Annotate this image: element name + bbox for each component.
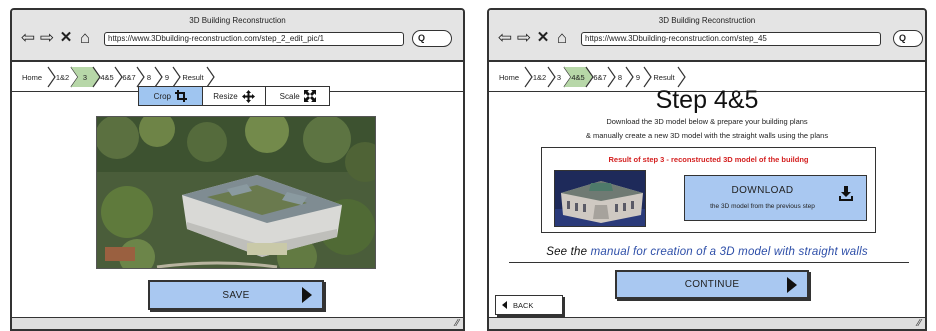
back-arrow-icon[interactable]: ⇦ [497,29,513,47]
breadcrumb-item-9[interactable]: 9 [165,73,169,82]
search-field[interactable]: Q [412,30,452,47]
play-arrow-icon [787,276,797,293]
result-panel: Result of step 3 - reconstructed 3D mode… [541,147,876,233]
resize-grip-icon[interactable]: ⁄⁄ [456,318,459,329]
edit-toolbar: Crop Resize Scale [138,86,330,106]
back-button[interactable]: BACK [495,295,563,315]
back-arrow-icon[interactable]: ⇦ [20,29,36,47]
resize-grip-icon[interactable]: ⁄⁄ [918,318,921,329]
search-field[interactable]: Q [893,30,923,47]
breadcrumb-item-12[interactable]: 1&2 [533,73,546,82]
3d-model-thumbnail[interactable] [554,170,646,227]
forward-arrow-icon[interactable]: ⇨ [516,29,532,47]
breadcrumb-item-3[interactable]: 3 [557,73,561,82]
forward-arrow-icon[interactable]: ⇨ [39,29,55,47]
breadcrumb-item-9[interactable]: 9 [636,73,640,82]
download-button[interactable]: DOWNLOAD the 3D model from the previous … [684,175,867,221]
breadcrumb-separator [547,66,556,88]
breadcrumb-item-home[interactable]: Home [499,73,519,82]
home-icon[interactable]: ⌂ [77,29,93,47]
breadcrumb-item-result[interactable]: Result [182,73,204,82]
url-bar[interactable]: https://www.3Dbuilding-reconstruction.co… [581,32,881,46]
home-icon[interactable]: ⌂ [554,29,570,47]
breadcrumb-separator [154,66,163,88]
nav-icons: ⇦ ⇨ ✕ ⌂ [497,29,570,47]
window-title: 3D Building Reconstruction [189,16,286,25]
breadcrumb-item-8[interactable]: 8 [618,73,622,82]
status-bar: ⁄⁄ [12,317,463,329]
close-icon[interactable]: ✕ [535,29,551,47]
url-bar[interactable]: https://www.3Dbuilding-reconstruction.co… [104,32,404,46]
nav-icons: ⇦ ⇨ ✕ ⌂ [20,29,93,47]
download-label: DOWNLOAD [731,185,794,196]
resize-tool-label: Resize [213,91,238,101]
resize-tool-button[interactable]: Resize [203,87,267,105]
scale-icon [303,90,316,102]
result-title: Result of step 3 - reconstructed 3D mode… [608,155,809,164]
step-45-window: 3D Building Reconstruction ⇦ ⇨ ✕ ⌂ https… [487,8,927,331]
breadcrumb-separator [206,66,215,88]
scale-tool-label: Scale [279,91,300,101]
move-icon [241,89,255,103]
download-icon [839,186,853,201]
title-bar: 3D Building Reconstruction ⇦ ⇨ ✕ ⌂ https… [12,10,463,62]
instruction-line-1: Download the 3D model below & prepare yo… [606,117,808,126]
breadcrumb-item-45[interactable]: 4&5 [571,73,584,82]
breadcrumb-item-45[interactable]: 4&5 [100,73,113,82]
breadcrumb-item-3[interactable]: 3 [83,73,87,82]
breadcrumb-item-67[interactable]: 6&7 [593,73,606,82]
divider [509,262,909,263]
breadcrumb-item-12[interactable]: 1&2 [56,73,69,82]
manual-link[interactable]: manual for creation of a 3D model with s… [591,246,868,258]
breadcrumb-item-home[interactable]: Home [22,73,42,82]
aerial-building-photo[interactable] [96,116,376,269]
aerial-photo-image [97,117,375,268]
crop-tool-label: Crop [153,91,171,101]
save-button-label: SAVE [222,289,250,301]
title-bar: 3D Building Reconstruction ⇦ ⇨ ✕ ⌂ https… [489,10,925,62]
crop-icon [175,90,187,102]
status-bar: ⁄⁄ [489,317,925,329]
manual-hint: See the manual for creation of a 3D mode… [489,246,925,258]
breadcrumb-separator [114,66,123,88]
breadcrumb-separator [172,66,181,88]
breadcrumb-separator [607,66,616,88]
breadcrumb-separator [47,66,56,88]
breadcrumb-item-result[interactable]: Result [653,73,675,82]
crop-tool-button[interactable]: Crop [139,87,203,105]
manual-prefix: See the [546,246,591,258]
page-title: Step 4&5 [655,86,759,114]
window-title: 3D Building Reconstruction [658,16,756,25]
search-icon: Q [418,33,426,43]
save-button[interactable]: SAVE [148,280,324,310]
back-button-label: BACK [513,300,534,310]
breadcrumb-separator [677,66,686,88]
breadcrumb-separator [524,66,533,88]
edit-picture-window: 3D Building Reconstruction ⇦ ⇨ ✕ ⌂ https… [10,8,465,331]
search-icon: Q [899,33,907,43]
breadcrumb-separator [136,66,145,88]
continue-button[interactable]: CONTINUE [615,270,809,299]
breadcrumb-item-67[interactable]: 6&7 [122,73,135,82]
breadcrumb-separator [643,66,652,88]
scale-tool-button[interactable]: Scale [266,87,329,105]
back-triangle-icon [502,301,507,309]
download-sublabel: the 3D model from the previous step [710,203,815,210]
continue-button-label: CONTINUE [684,279,740,290]
breadcrumb-item-8[interactable]: 8 [147,73,151,82]
play-arrow-icon [302,287,312,303]
close-icon[interactable]: ✕ [58,29,74,47]
instruction-line-2: & manually create a new 3D model with th… [585,131,829,140]
3d-model-image [555,171,645,226]
breadcrumb-separator [625,66,634,88]
